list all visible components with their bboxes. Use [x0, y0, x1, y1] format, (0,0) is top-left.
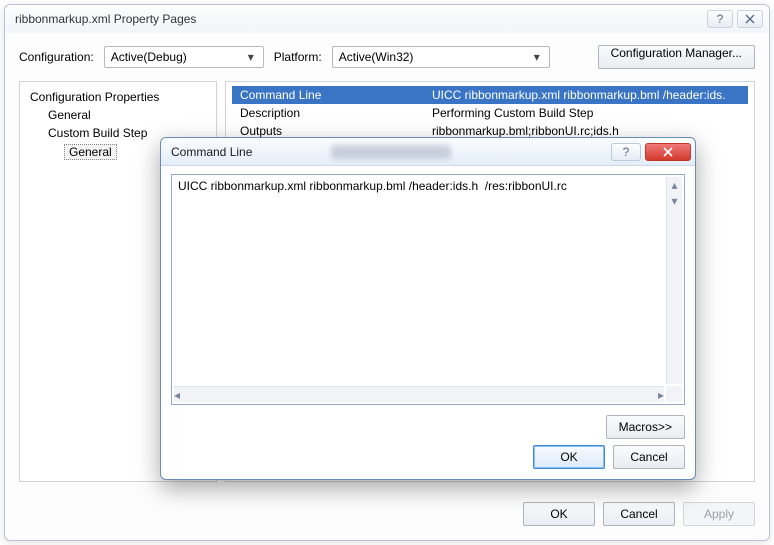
- command-line-dialog: Command Line ? ▴ ▾ ◂ ▸ Macros>> OK: [160, 137, 696, 480]
- configuration-combo[interactable]: Active(Debug) ▾: [104, 46, 264, 68]
- scroll-corner: [666, 386, 682, 402]
- command-line-textarea[interactable]: [174, 177, 664, 384]
- macros-button[interactable]: Macros>>: [606, 415, 685, 439]
- main-cancel-button[interactable]: Cancel: [603, 502, 675, 526]
- prop-label-command-line: Command Line: [232, 88, 432, 102]
- chevron-down-icon: ▾: [529, 50, 545, 64]
- vertical-scrollbar[interactable]: ▴ ▾: [666, 177, 682, 384]
- configuration-manager-button[interactable]: Configuration Manager...: [598, 45, 755, 69]
- main-apply-button: Apply: [683, 502, 755, 526]
- modal-cancel-button[interactable]: Cancel: [613, 445, 685, 469]
- config-row: Configuration: Active(Debug) ▾ Platform:…: [19, 45, 755, 69]
- prop-value-description: Performing Custom Build Step: [432, 106, 748, 120]
- modal-button-row: Macros>>: [171, 415, 685, 439]
- prop-row-command-line[interactable]: Command Line UICC ribbonmarkup.xml ribbo…: [232, 86, 748, 104]
- prop-label-description: Description: [232, 106, 432, 120]
- modal-help-button[interactable]: ?: [611, 143, 641, 161]
- prop-label-outputs: Outputs: [232, 124, 432, 138]
- tree-item-general[interactable]: General: [24, 106, 212, 124]
- main-ok-button[interactable]: OK: [523, 502, 595, 526]
- main-titlebar[interactable]: ribbonmarkup.xml Property Pages ?: [5, 5, 769, 33]
- modal-title-blur: [331, 145, 451, 159]
- platform-label: Platform:: [274, 50, 322, 64]
- prop-value-command-line: UICC ribbonmarkup.xml ribbonmarkup.bml /…: [432, 88, 748, 102]
- modal-close-button[interactable]: [645, 143, 691, 161]
- modal-button-row-2: OK Cancel: [171, 445, 685, 469]
- configuration-label: Configuration:: [19, 50, 94, 64]
- platform-combo[interactable]: Active(Win32) ▾: [332, 46, 550, 68]
- horizontal-scrollbar[interactable]: ◂ ▸: [174, 386, 664, 402]
- modal-titlebar[interactable]: Command Line ?: [161, 138, 695, 166]
- help-button[interactable]: ?: [707, 10, 733, 28]
- scroll-left-icon[interactable]: ◂: [174, 388, 180, 402]
- modal-ok-button[interactable]: OK: [533, 445, 605, 469]
- prop-value-outputs: ribbonmarkup.bml;ribbonUI.rc;ids.h: [432, 124, 748, 138]
- chevron-down-icon: ▾: [243, 50, 259, 64]
- command-line-editor-wrap: ▴ ▾ ◂ ▸: [171, 174, 685, 405]
- close-icon: [662, 147, 674, 157]
- prop-row-description[interactable]: Description Performing Custom Build Step: [232, 104, 748, 122]
- configuration-value: Active(Debug): [111, 50, 243, 64]
- close-button[interactable]: [737, 10, 763, 28]
- scroll-down-icon[interactable]: ▾: [667, 193, 682, 209]
- window-title: ribbonmarkup.xml Property Pages: [15, 12, 703, 26]
- main-button-row: OK Cancel Apply: [523, 502, 755, 526]
- scroll-right-icon[interactable]: ▸: [658, 388, 664, 402]
- tree-item-custom-general-label: General: [64, 144, 117, 160]
- modal-title: Command Line: [171, 145, 327, 159]
- tree-root[interactable]: Configuration Properties: [24, 88, 212, 106]
- modal-client: ▴ ▾ ◂ ▸ Macros>> OK Cancel: [171, 174, 685, 469]
- platform-value: Active(Win32): [339, 50, 529, 64]
- scroll-up-icon[interactable]: ▴: [667, 177, 682, 193]
